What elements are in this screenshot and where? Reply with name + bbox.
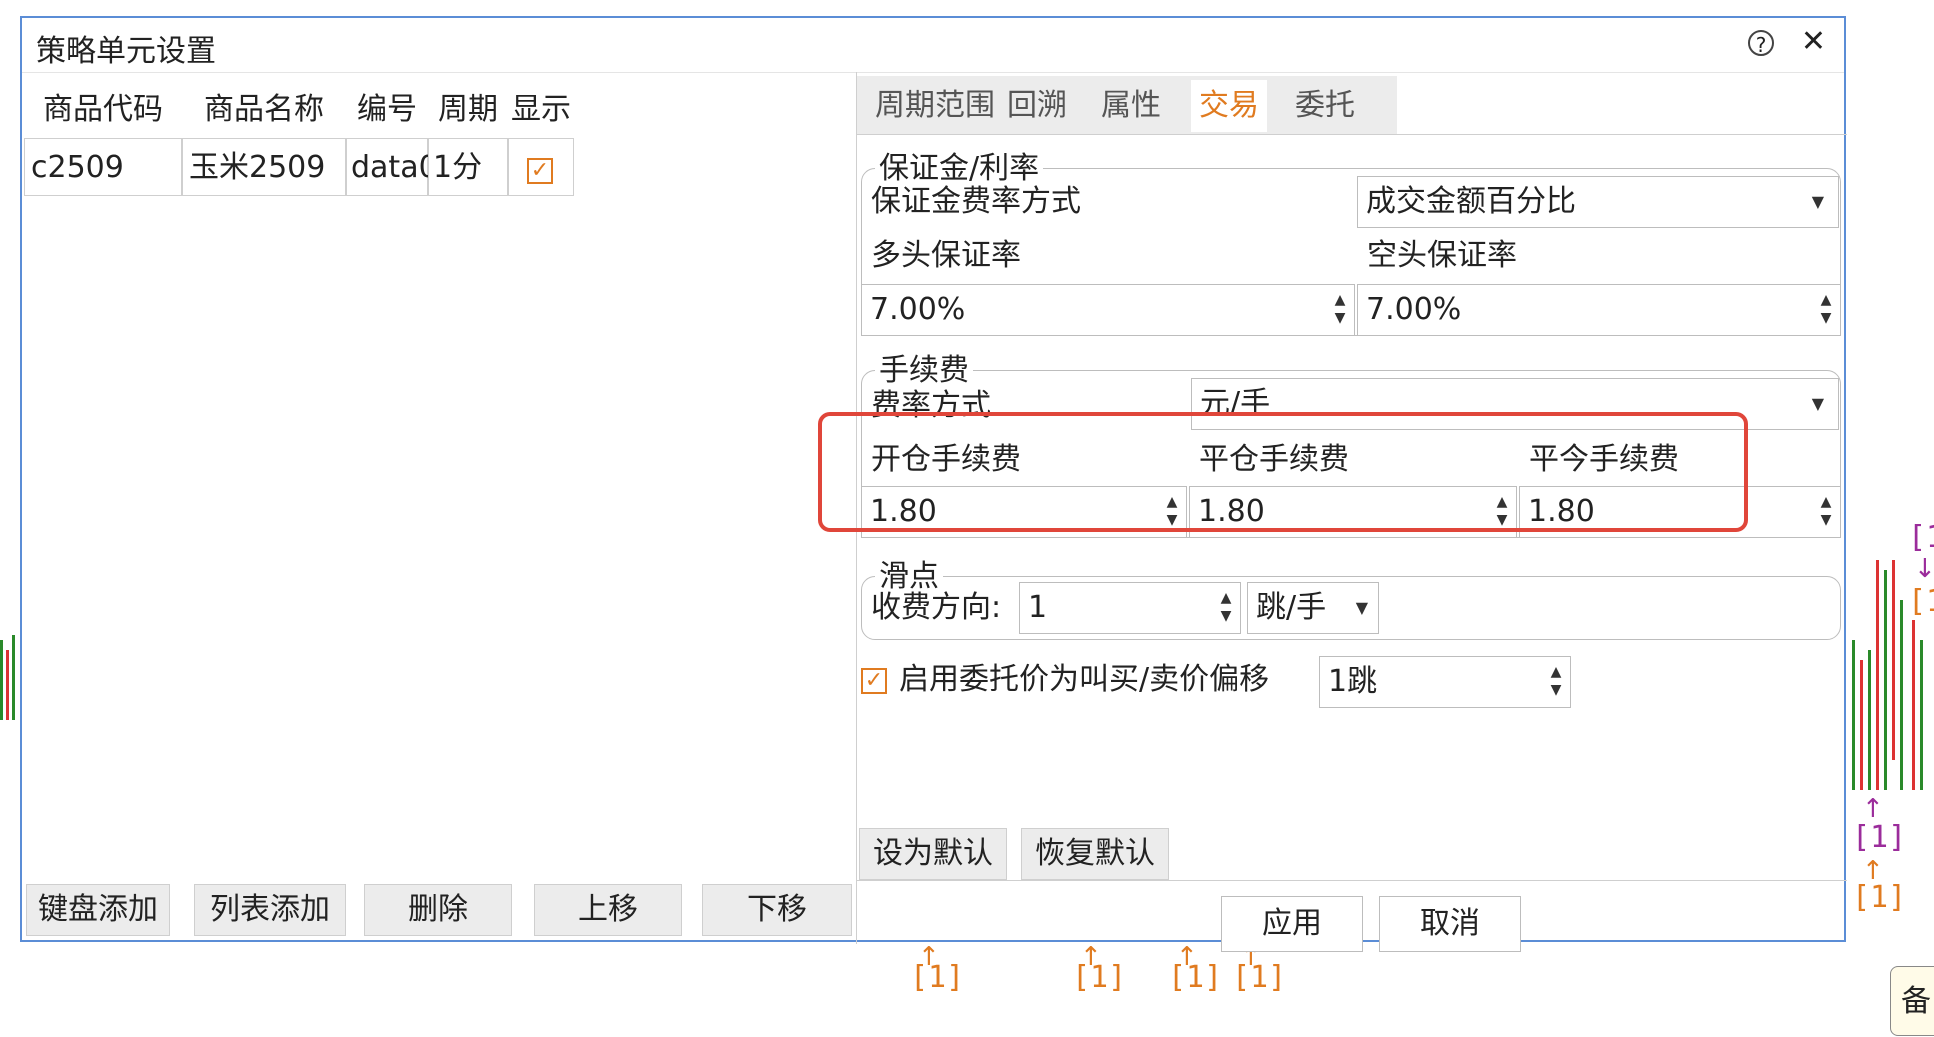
cell-period[interactable]: 1分 [428,138,508,196]
move-down-button[interactable]: 下移 [702,884,852,936]
spinner-icon[interactable]: ▲ ▼ [1332,291,1348,327]
slippage-direction-input[interactable]: 1 ▲ ▼ [1019,582,1241,634]
short-margin-label: 空头保证率 [1367,238,1517,273]
chart-bar [1876,560,1879,790]
short-margin-value: 7.00% [1366,292,1462,327]
long-margin-label: 多头保证率 [871,238,1021,273]
spinner-icon[interactable]: ▲ ▼ [1818,493,1834,529]
long-margin-value: 7.00% [870,292,966,327]
chart-bar [1912,620,1915,790]
tab-divider [857,134,1847,135]
chart-bar [1884,570,1887,790]
chart-bar [0,640,3,720]
cell-name[interactable]: 玉米2509 [182,138,346,196]
margin-method-value: 成交金额百分比 [1366,184,1576,219]
delete-button[interactable]: 删除 [364,884,512,936]
spinner-icon[interactable]: ▲ ▼ [1818,291,1834,327]
column-header-code[interactable]: 商品代码 [24,82,182,138]
tooltip-text: 备 [1901,984,1931,1019]
column-header-show[interactable]: 显示 [508,82,574,138]
chart-bar [1892,560,1895,760]
spinner-icon[interactable]: ▲ ▼ [1548,663,1564,699]
cancel-button[interactable]: 取消 [1379,896,1521,952]
long-margin-input[interactable]: 7.00% ▲ ▼ [861,284,1355,336]
chevron-down-icon[interactable]: ▼ [1356,583,1368,633]
chart-tag-label: [1] [1072,960,1127,995]
chart-tag-label: [1] [1908,520,1934,555]
chart-bar [1920,640,1923,790]
show-checkbox[interactable]: ✓ [527,158,553,184]
title-bar: 策略单元设置 ? ✕ [22,18,1844,73]
help-icon[interactable]: ? [1748,30,1774,57]
slippage-group-title: 滑点 [875,562,943,592]
chevron-down-icon[interactable]: ▼ [1812,177,1824,227]
tab-order[interactable]: 委托 [1287,80,1363,132]
down-arrow-icon: ↓ [1914,554,1934,584]
list-add-button[interactable]: 列表添加 [194,884,346,936]
chart-tag-label: [1] [1908,584,1934,619]
set-default-button[interactable]: 设为默认 [859,828,1007,880]
column-header-period[interactable]: 周期 [428,82,508,138]
offset-checkbox[interactable]: ✓ [861,668,887,694]
offset-label: 启用委托价为叫买/卖价偏移 [899,662,1270,697]
dialog-title: 策略单元设置 [36,34,216,69]
chart-bar [1860,660,1863,790]
chart-tag-label: [1] [1232,960,1287,995]
up-arrow-icon: ↑ [1862,794,1884,824]
chart-tag-label: [1] [1852,820,1907,855]
margin-group-title: 保证金/利率 [875,154,1044,184]
offset-input[interactable]: 1跳 ▲ ▼ [1319,656,1571,708]
tooltip: 备 [1890,966,1934,1036]
close-icon[interactable]: ✕ [1801,24,1826,59]
chart-bar [6,650,9,720]
column-header-id[interactable]: 编号 [346,82,428,138]
move-up-button[interactable]: 上移 [534,884,682,936]
tab-trading[interactable]: 交易 [1191,80,1267,132]
apply-button[interactable]: 应用 [1221,896,1363,952]
spinner-icon[interactable]: ▲ ▼ [1218,589,1234,625]
restore-default-button[interactable]: 恢复默认 [1021,828,1169,880]
cell-id[interactable]: data0 [346,138,438,196]
margin-method-select[interactable]: 成交金额百分比 ▼ [1357,176,1839,228]
keyboard-add-button[interactable]: 键盘添加 [26,884,170,936]
chart-tag-label: [1] [1168,960,1223,995]
chart-bar [1852,640,1855,790]
chart-bar [1900,600,1903,790]
slippage-unit-select[interactable]: 跳/手 ▼ [1247,582,1379,634]
cell-show: ✓ [508,138,574,196]
slippage-direction-value: 1 [1028,590,1048,625]
tab-properties[interactable]: 属性 [1093,80,1169,132]
slippage-unit-value: 跳/手 [1256,590,1327,625]
chart-bar [12,635,15,720]
slippage-direction-label: 收费方向: [871,590,1002,625]
fee-highlight-box [818,412,1748,532]
cell-code[interactable]: c2509 [24,138,182,196]
chart-tag-label: [1] [910,960,965,995]
offset-value: 1跳 [1328,664,1378,699]
chart-bar [1868,650,1871,790]
column-header-name[interactable]: 商品名称 [182,82,346,138]
tab-period-range[interactable]: 周期范围 [867,80,1003,132]
short-margin-input[interactable]: 7.00% ▲ ▼ [1357,284,1841,336]
tab-backtrace[interactable]: 回溯 [999,80,1075,132]
divider [857,880,1847,881]
margin-method-label: 保证金费率方式 [871,184,1081,219]
fee-group-title: 手续费 [875,356,973,386]
chevron-down-icon[interactable]: ▼ [1812,379,1824,429]
chart-tag-label: [1] [1852,880,1907,915]
